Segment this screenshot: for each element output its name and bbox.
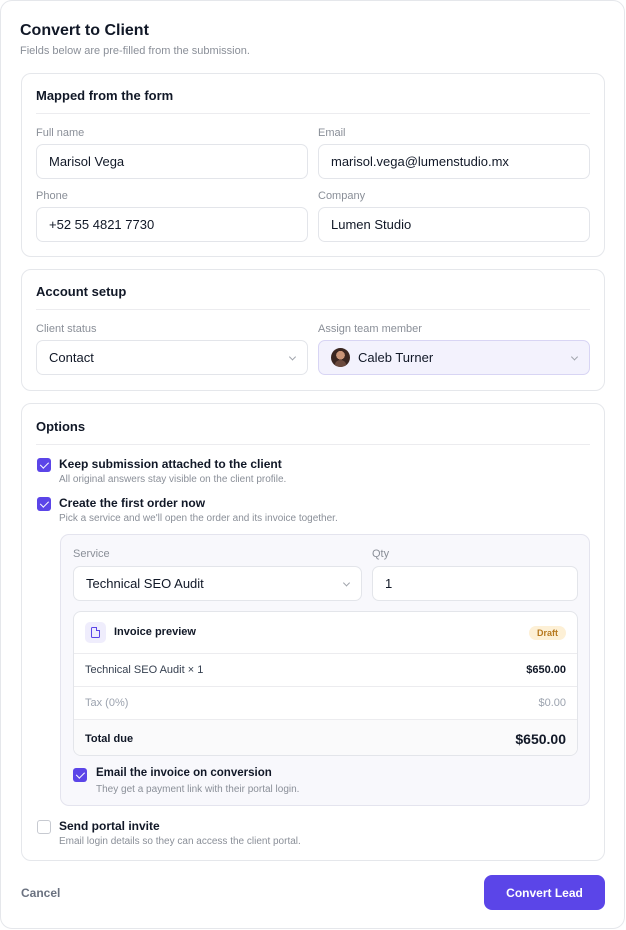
- email-label: Email: [318, 127, 346, 139]
- create-first-order-desc: Pick a service and we'll open the order …: [59, 513, 338, 524]
- options-card: Options Keep submission attached to the …: [21, 403, 605, 861]
- send-portal-invite-desc: Email login details so they can access t…: [59, 836, 301, 847]
- invoice-tax-amount: $0.00: [538, 697, 566, 709]
- qty-value: 1: [385, 576, 393, 591]
- divider: [36, 309, 590, 310]
- full-name-label: Full name: [36, 127, 85, 139]
- qty-input[interactable]: 1: [372, 566, 578, 601]
- send-portal-invite-label: Send portal invite: [59, 819, 160, 833]
- chevron-down-icon: [288, 352, 297, 361]
- invoice-tax-label: Tax (0%): [85, 697, 129, 709]
- divider: [36, 444, 590, 445]
- avatar: [331, 348, 350, 367]
- client-status-value: Contact: [49, 350, 94, 365]
- convert-lead-button[interactable]: Convert Lead: [484, 875, 605, 910]
- email-invoice-checkbox[interactable]: [73, 768, 87, 782]
- status-badge: Draft: [528, 626, 566, 640]
- assign-team-member-label: Assign team member: [318, 323, 422, 335]
- company-input[interactable]: Lumen Studio: [318, 207, 590, 242]
- company-label: Company: [318, 190, 366, 202]
- chevron-down-icon: [342, 578, 351, 587]
- keep-submission-label: Keep submission attached to the client: [59, 457, 282, 471]
- invoice-tax-row: Tax (0%) $0.00: [74, 686, 577, 719]
- assign-team-member-select[interactable]: Caleb Turner: [318, 340, 590, 375]
- service-label: Service: [73, 548, 110, 560]
- client-status-label: Client status: [36, 323, 97, 335]
- email-invoice-desc: They get a payment link with their porta…: [96, 784, 300, 795]
- service-select[interactable]: Technical SEO Audit: [73, 566, 362, 601]
- account-setup-card: Account setup Client status Contact Assi…: [21, 269, 605, 391]
- invoice-preview: Invoice preview Draft Technical SEO Audi…: [73, 611, 578, 756]
- email-invoice-label: Email the invoice on conversion: [96, 767, 272, 779]
- create-first-order-checkbox[interactable]: [37, 497, 51, 511]
- cancel-button[interactable]: Cancel: [21, 886, 60, 900]
- invoice-total-label: Total due: [85, 732, 134, 745]
- email-value: marisol.vega@lumenstudio.mx: [331, 154, 509, 169]
- dialog-title: Convert to Client: [20, 22, 149, 39]
- invoice-preview-title: Invoice preview: [114, 626, 196, 638]
- document-icon: [85, 622, 106, 643]
- invoice-line-row: Technical SEO Audit × 1 $650.00: [74, 653, 577, 686]
- email-input[interactable]: marisol.vega@lumenstudio.mx: [318, 144, 590, 179]
- assign-team-member-value: Caleb Turner: [358, 350, 434, 365]
- company-value: Lumen Studio: [331, 217, 412, 232]
- phone-label: Phone: [36, 190, 68, 202]
- phone-value: +52 55 4821 7730: [49, 217, 155, 232]
- account-setup-title: Account setup: [36, 284, 127, 299]
- keep-submission-checkbox[interactable]: [37, 458, 51, 472]
- invoice-total-amount: $650.00: [515, 730, 566, 747]
- invoice-line-amount: $650.00: [526, 664, 566, 676]
- invoice-line-label: Technical SEO Audit × 1: [85, 664, 204, 676]
- dialog-subtitle: Fields below are pre-filled from the sub…: [20, 45, 250, 57]
- service-value: Technical SEO Audit: [86, 576, 204, 591]
- full-name-value: Marisol Vega: [49, 154, 125, 169]
- chevron-down-icon: [570, 352, 579, 361]
- mapped-form-card: Mapped from the form Full name Marisol V…: [21, 73, 605, 257]
- convert-to-client-dialog: Convert to Client Fields below are pre-f…: [0, 0, 625, 929]
- phone-input[interactable]: +52 55 4821 7730: [36, 207, 308, 242]
- create-first-order-label: Create the first order now: [59, 496, 206, 510]
- invoice-total-row: Total due $650.00: [74, 719, 577, 755]
- client-status-select[interactable]: Contact: [36, 340, 308, 375]
- qty-label: Qty: [372, 548, 390, 560]
- keep-submission-desc: All original answers stay visible on the…: [59, 474, 287, 485]
- mapped-form-title: Mapped from the form: [36, 88, 174, 103]
- divider: [36, 113, 590, 114]
- first-order-panel: Service Technical SEO Audit Qty 1 Invoic…: [60, 534, 590, 806]
- options-title: Options: [36, 419, 86, 434]
- send-portal-invite-checkbox[interactable]: [37, 820, 51, 834]
- full-name-input[interactable]: Marisol Vega: [36, 144, 308, 179]
